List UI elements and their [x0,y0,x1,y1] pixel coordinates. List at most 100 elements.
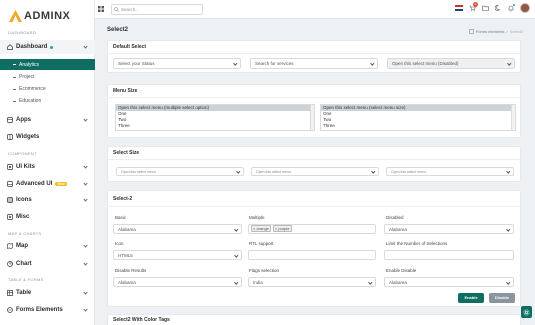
disable-button[interactable]: Disable [489,293,515,303]
tag-chip[interactable]: × purple [272,225,292,232]
chevron-down-icon [232,61,237,66]
sidebar-item-label: Misc [16,214,30,220]
bell-dot [513,4,515,6]
sidebar-item-label: Apps [16,117,31,123]
chevron-down-icon [235,169,240,174]
select-value: HTML5 [118,253,133,258]
select-value: Search for services [255,61,294,66]
search-placeholder: Search.. [121,7,138,12]
sidebar-item-label: Icons [16,197,32,203]
card-title: Select-2 [108,191,520,207]
enable-disable-select[interactable]: Alabama [384,277,514,287]
rtl-label: RTL support [249,241,274,246]
sidebar-item-label: Chart [16,261,32,267]
settings-fab-button[interactable] [521,306,532,318]
default-select-card: Default Select Select your Status Search… [107,40,521,73]
breadcrumb: Forms elements / Select2 [469,29,523,34]
listbox-option[interactable]: Three [321,123,515,129]
basic-select[interactable]: Alabama [113,224,242,234]
disabled-select2: Alabama [384,224,514,234]
card-title: Select Size [108,147,520,160]
grid-menu-icon[interactable] [98,6,104,12]
chevron-down-icon [233,227,238,232]
multiple-select[interactable]: × orange × purple [248,224,376,234]
sidebar-subitem-analytics[interactable]: Analytics [0,59,95,70]
rtl-select[interactable] [248,250,376,260]
sidebar-item-label: Advanced UI [16,181,53,187]
breadcrumb-separator: / [506,29,508,34]
advanced-ui-icon [7,181,13,187]
sidebar-item-label: Forms Elements [16,307,63,313]
flags-label: Flags selection [249,268,280,273]
sidebar-item-widgets[interactable]: Widgets [0,131,95,143]
moon-icon[interactable] [494,4,502,12]
breadcrumb-item-current: Select2 [509,29,523,34]
sidebar-item-label: Map [16,243,28,249]
status-select[interactable]: Select your Status [113,58,241,69]
basic-label: Basic [115,215,127,220]
chevron-down-icon [505,280,510,285]
cart-icon[interactable]: 0 [468,2,478,12]
chevron-down-icon [83,164,88,169]
sidebar-item-dashboard[interactable]: Dashboard [0,40,95,54]
select-value: Alabama [118,227,136,232]
services-select[interactable]: Search for services [250,58,378,69]
chart-icon [7,261,13,267]
size-select-listbox[interactable]: Open this select menu (select menu size)… [320,104,516,131]
sidebar-item-chart[interactable]: Chart [0,258,95,270]
dash-icon [13,64,16,65]
search-icon [114,7,119,12]
sidebar-subitem-education[interactable]: Education [0,96,95,106]
chevron-down-icon [370,169,375,174]
select-value: Select your Status [118,61,155,66]
icon-select[interactable]: HTML5 [113,250,242,260]
limit-select[interactable] [384,250,514,260]
sidebar-item-forms-elements[interactable]: Forms Elements [0,304,95,316]
flag-icon[interactable] [455,4,463,12]
select-value: Alabama [389,227,407,232]
color-tags-card: Select2 With Color Tags [107,314,521,325]
chevron-down-icon [506,61,511,66]
map-icon [7,243,13,249]
dash-icon [13,88,16,90]
sidebar-subitem-project[interactable]: Project [0,72,95,82]
chevron-down-icon [233,280,238,285]
flags-select[interactable]: India [248,277,376,287]
brand-logo[interactable]: ADMINX [9,9,70,23]
multiple-select-listbox[interactable]: Open this select menu (multiple select o… [115,104,315,131]
scrollbar[interactable] [511,105,515,130]
sidebar-item-icons[interactable]: Icons [0,194,95,206]
dash-icon [13,76,16,78]
enable-button[interactable]: Enable [458,293,484,303]
chevron-down-icon [83,197,88,202]
sidebar-subitem-label: Ecommerce [19,86,46,92]
bell-icon[interactable] [507,4,515,12]
sidebar-subitem-ecommerce[interactable]: Ecommerce [0,84,95,94]
hide-results-select[interactable]: Alabama [113,277,242,287]
sidebar-item-ui-kits[interactable]: UI Kits [0,161,95,173]
chevron-down-icon [369,61,374,66]
search-input[interactable]: Search.. [111,4,203,15]
breadcrumb-item[interactable]: Forms elements [476,29,505,34]
sidebar-item-map[interactable]: Map [0,240,95,252]
sidebar-item-advanced-ui[interactable]: Advanced UI New [0,178,95,190]
avatar[interactable] [520,3,530,13]
status-dot [50,45,54,49]
sidebar-item-apps[interactable]: Apps [0,114,95,126]
sidebar-item-misc[interactable]: Misc [0,211,95,223]
select-value: India [253,280,263,285]
chevron-down-icon [83,307,88,312]
select-value: Open this select menu [121,170,156,174]
ui-kits-icon [7,164,13,170]
large-select[interactable]: Open this select menu [386,167,514,176]
small-select[interactable]: Open this select menu [116,167,244,176]
sidebar-item-table[interactable]: Table [0,287,95,299]
folder-icon[interactable] [481,4,489,12]
medium-select[interactable]: Open this select menu [251,167,379,176]
scrollbar[interactable] [310,105,314,130]
chevron-down-icon [505,169,510,174]
listbox-option[interactable]: Three [116,123,314,129]
tag-chip[interactable]: × orange [251,225,271,232]
sidebar-subitem-label: Project [19,74,35,80]
top-header: Search.. 0 [95,0,535,19]
